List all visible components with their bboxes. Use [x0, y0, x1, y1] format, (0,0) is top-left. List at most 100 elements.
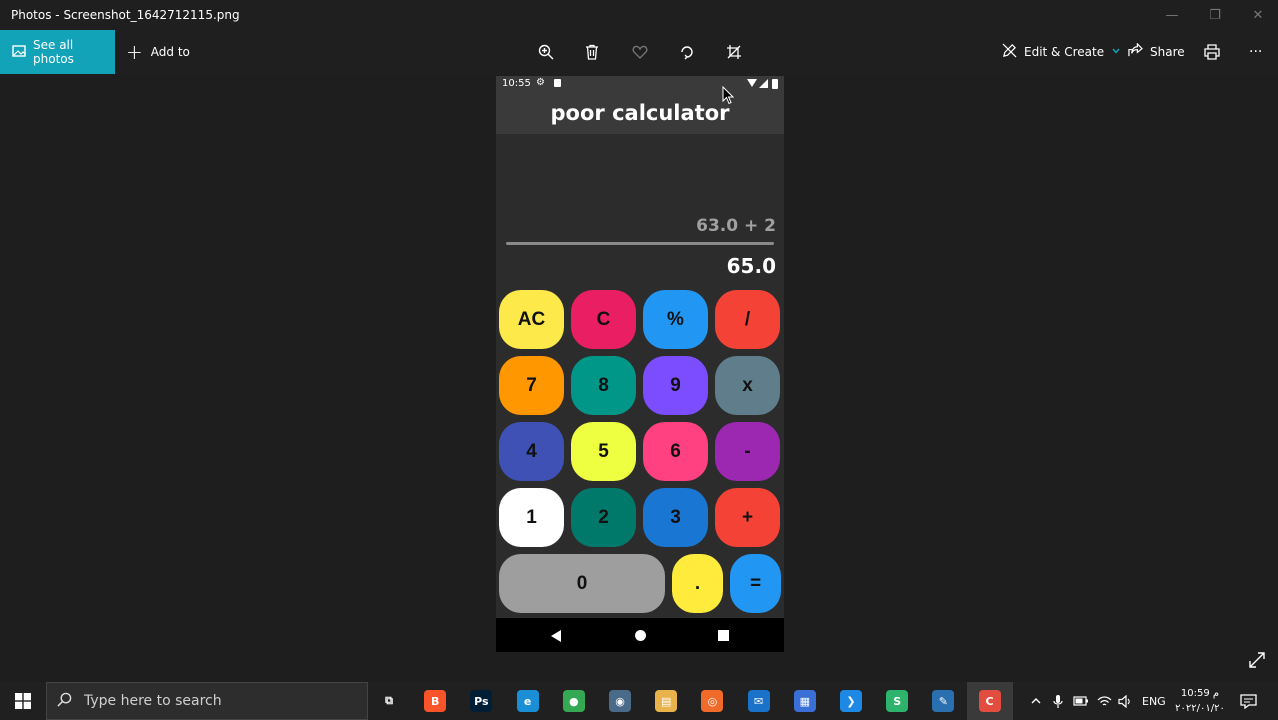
volume-icon[interactable] — [1118, 682, 1133, 720]
key-5-button[interactable]: 5 — [571, 422, 636, 481]
taskbar-file-explorer-icon[interactable]: ▤ — [643, 682, 689, 720]
key-minus-button[interactable]: - — [715, 422, 780, 481]
key-9-button[interactable]: 9 — [643, 356, 708, 415]
close-button[interactable]: ✕ — [1236, 0, 1278, 30]
home-icon[interactable] — [635, 630, 646, 641]
key-8-button[interactable]: 8 — [571, 356, 636, 415]
key-2-button[interactable]: 2 — [571, 488, 636, 547]
key-multiply-button[interactable]: x — [715, 356, 780, 415]
print-icon[interactable] — [1200, 40, 1224, 64]
key-plus-button[interactable]: + — [715, 488, 780, 547]
key-divide-button[interactable]: / — [715, 290, 780, 349]
restore-button[interactable]: ❐ — [1193, 0, 1237, 30]
taskbar-recorder-icon[interactable]: C — [966, 682, 1013, 720]
edit-create-button[interactable]: Edit & Create — [1002, 30, 1121, 74]
result-display: 65.0 — [726, 254, 776, 278]
search-placeholder: Type here to search — [84, 693, 222, 709]
window-title: Photos - Screenshot_1642712115.png — [11, 8, 240, 22]
add-to-button[interactable]: + Add to — [126, 30, 190, 74]
taskbar-clock[interactable]: 10:59 م ٢٠٢٢/٠١/٢٠ — [1170, 686, 1230, 716]
store-glyph: ▦ — [793, 690, 816, 712]
sd-card-icon — [554, 79, 561, 87]
recents-icon[interactable] — [718, 630, 729, 641]
delete-icon[interactable] — [580, 40, 604, 64]
more-options-button[interactable]: ··· — [1249, 30, 1262, 74]
windows-logo-icon — [15, 693, 31, 709]
see-all-photos-label: See all photos — [33, 38, 74, 66]
expression-display: 63.0 + 2 — [696, 216, 776, 236]
photos-toolbar: See all photos + Add to Edit & Create Sh… — [0, 30, 1278, 74]
title-bar: Photos - Screenshot_1642712115.png — ❐ ✕ — [0, 0, 1278, 30]
microphone-icon[interactable] — [1053, 682, 1063, 720]
photoshop-glyph: Ps — [470, 690, 493, 712]
app-green-glyph: S — [886, 690, 909, 712]
key-4-button[interactable]: 4 — [499, 422, 564, 481]
rotate-icon[interactable] — [675, 40, 699, 64]
key-7-button[interactable]: 7 — [499, 356, 564, 415]
fullscreen-expand-icon[interactable] — [1248, 651, 1266, 673]
taskbar-store-icon[interactable]: ▦ — [782, 682, 828, 720]
key-1-button[interactable]: 1 — [499, 488, 564, 547]
chevron-down-icon — [1111, 45, 1121, 59]
edit-create-label: Edit & Create — [1024, 45, 1105, 59]
edge-glyph: e — [516, 690, 539, 712]
key-clear-button[interactable]: C — [571, 290, 636, 349]
mouse-cursor-icon — [722, 85, 735, 109]
taskbar-vscode-icon[interactable]: ❯ — [828, 682, 874, 720]
plus-icon: + — [126, 40, 143, 64]
add-to-label: Add to — [150, 45, 190, 59]
key-equals-button[interactable]: = — [730, 554, 781, 613]
brave-glyph: B — [424, 690, 447, 712]
share-label: Share — [1150, 45, 1185, 59]
taskbar-search-box[interactable]: Type here to search — [46, 682, 368, 720]
app-title: poor calculator — [496, 92, 784, 134]
show-hidden-icons-chevron-icon[interactable] — [1030, 682, 1042, 720]
key-percent-button[interactable]: % — [643, 290, 708, 349]
key-3-button[interactable]: 3 — [643, 488, 708, 547]
taskbar-edge-icon[interactable]: e — [505, 682, 551, 720]
chrome-glyph: ● — [562, 690, 585, 712]
display-divider — [506, 242, 774, 245]
input-language[interactable]: ENG — [1142, 682, 1166, 720]
media-app-glyph: ◎ — [701, 690, 724, 712]
clock-date: ٢٠٢٢/٠١/٢٠ — [1175, 703, 1225, 714]
image-viewer: 10:55 ⚙ poor calculator 63.0 + 2 65.0 AC… — [0, 74, 1278, 682]
taskbar-brave-icon[interactable]: B — [412, 682, 458, 720]
recorder-glyph: C — [978, 690, 1001, 712]
taskbar-camera-icon[interactable]: ◉ — [597, 682, 643, 720]
taskbar-chrome-icon[interactable]: ● — [551, 682, 597, 720]
battery-icon — [772, 79, 778, 89]
crop-icon[interactable] — [722, 40, 746, 64]
favorite-heart-icon[interactable] — [628, 40, 652, 64]
start-button[interactable] — [0, 682, 46, 720]
zoom-icon[interactable] — [534, 40, 558, 64]
clock-time: 10:59 م — [1180, 688, 1220, 699]
taskbar-screenshot-tool-icon[interactable]: ✎ — [920, 682, 966, 720]
taskbar-photoshop-icon[interactable]: Ps — [458, 682, 504, 720]
taskbar-media-app-icon[interactable]: ◎ — [689, 682, 735, 720]
key-all-clear-button[interactable]: AC — [499, 290, 564, 349]
back-icon[interactable] — [551, 630, 561, 642]
share-icon — [1128, 42, 1143, 61]
notification-center-icon[interactable] — [1240, 682, 1257, 720]
network-wifi-icon[interactable] — [1097, 682, 1112, 720]
vscode-glyph: ❯ — [840, 690, 862, 712]
share-button[interactable]: Share — [1128, 30, 1185, 74]
camera-glyph: ◉ — [609, 690, 631, 712]
android-status-bar: 10:55 ⚙ — [496, 76, 784, 92]
status-time: 10:55 — [502, 78, 531, 89]
signal-icon — [759, 79, 768, 88]
screenshot-tool-glyph: ✎ — [932, 690, 955, 712]
key-0-button[interactable]: 0 — [499, 554, 665, 613]
key-6-button[interactable]: 6 — [643, 422, 708, 481]
phone-screenshot: 10:55 ⚙ poor calculator 63.0 + 2 65.0 AC… — [496, 76, 784, 652]
minimize-button[interactable]: — — [1150, 0, 1194, 30]
battery-tray-icon[interactable] — [1073, 682, 1089, 720]
taskbar-task-view-icon[interactable]: ⧉ — [366, 682, 412, 720]
android-nav-bar — [496, 618, 784, 652]
key-decimal-button[interactable]: . — [672, 554, 723, 613]
windows-taskbar: Type here to search ⧉ B Ps e ● ◉ ▤ ◎ ✉ ▦ ❯ S ✎ C ENG … — [0, 682, 1278, 720]
taskbar-mail-icon[interactable]: ✉ — [736, 682, 782, 720]
see-all-photos-button[interactable]: See all photos — [0, 30, 115, 74]
taskbar-app-green-icon[interactable]: S — [874, 682, 920, 720]
